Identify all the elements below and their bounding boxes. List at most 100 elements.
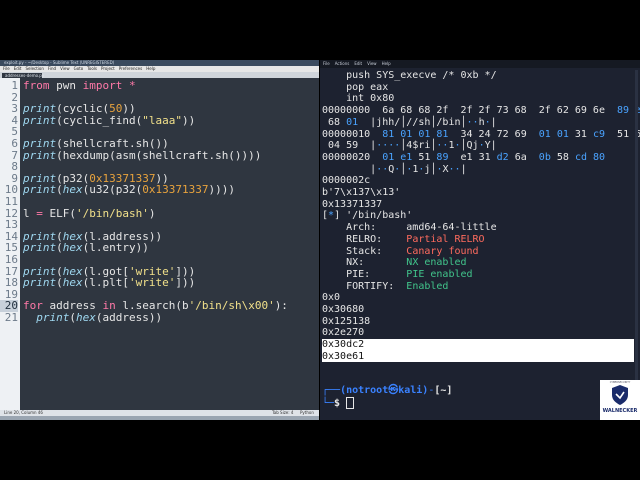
terminal-menu-item[interactable]: File [323, 60, 330, 68]
code-token: (address)) [95, 311, 163, 324]
terminal-line: |··Q·│·1·j│·X··| [322, 164, 634, 176]
code-line[interactable]: print(hex(address)) [23, 312, 317, 324]
code-token: "laaa" [142, 113, 182, 127]
code-line[interactable]: print(hex(l.entry)) [23, 242, 317, 254]
terminal-token: | [322, 163, 377, 175]
terminal-line-selected: 0x30e61 [322, 350, 634, 363]
terminal-line: 0x30680 [322, 304, 634, 316]
terminal-menu-item[interactable]: View [367, 60, 377, 68]
code-token: 'write' [128, 276, 176, 290]
terminal-menu-item[interactable]: Help [382, 60, 391, 68]
terminal-token: 0000002c [322, 175, 371, 187]
terminal-line: NX: NX enabled [322, 257, 634, 269]
code-token: ( [69, 311, 76, 324]
code-token: )) [181, 113, 196, 127]
terminal-line: FORTIFY: Enabled [322, 281, 634, 293]
terminal-line: 04 59 |····│4$ri│··1·│Qj·Y| [322, 140, 634, 152]
terminal-menu-bar: File Actions Edit View Help [320, 60, 640, 68]
terminal-token: push SYS_execve /* 0xb */ [322, 70, 497, 81]
code-token: from [23, 79, 50, 92]
terminal-token: |jhh/│//sh│/bin│ [358, 116, 467, 128]
terminal-line: PIE: PIE enabled [322, 269, 634, 281]
code-line[interactable]: print(hexdump(asm(shellcraft.sh()))) [23, 148, 317, 162]
code-token: 0x13371337 [142, 183, 209, 197]
code-token: ) [148, 206, 156, 220]
code-token: (u32(p32( [82, 183, 143, 197]
code-line[interactable]: print(hex(u32(p32(0x13371337)))) [23, 184, 317, 196]
terminal-token: ·· [448, 163, 461, 175]
terminal-menu-item[interactable]: Edit [354, 60, 362, 68]
code-token: pwn [49, 79, 83, 92]
terminal-token: c9 [592, 128, 606, 140]
terminal-token: FORTIFY: [322, 280, 407, 292]
terminal-token: b'7\x137\x13' [322, 187, 401, 198]
terminal-token: 01 e1 [382, 151, 413, 163]
terminal-token: 0x0 [322, 292, 341, 304]
line-number: 6 [11, 137, 18, 150]
code-line[interactable]: print(cyclic_find("laaa")) [23, 113, 317, 127]
code-line[interactable]: l = ELF('/bin/bash') [23, 206, 317, 220]
terminal-token: 89 [436, 151, 449, 163]
terminal-line: 0x2e270 [322, 327, 634, 339]
terminal-menu-item[interactable]: Actions [335, 60, 350, 68]
terminal-line: 00000010 81 01 01 81 34 24 72 69 01 01 3… [322, 128, 640, 141]
terminal-token: j│ [424, 163, 437, 175]
shield-icon [612, 385, 628, 405]
terminal-token: ·· [376, 163, 389, 175]
code-token: (hexdump(asm(shellcraft.sh()))) [56, 148, 262, 162]
code-line[interactable]: from pwn import * [23, 80, 317, 92]
code-token: print [23, 113, 57, 127]
logo-label: WALNECKER [602, 408, 638, 414]
terminal-token: 0x2e270 [322, 327, 365, 339]
code-token: ( [56, 183, 63, 197]
code-token: ( [56, 276, 63, 290]
terminal-window: File Actions Edit View Help push SYS_execve … [320, 60, 640, 420]
terminal-token: 0b [538, 151, 551, 163]
code-token: ( [56, 241, 63, 255]
prompt-dir: [~] [434, 385, 453, 396]
terminal-token: 00000020 [322, 151, 383, 163]
terminal-prompt[interactable]: ┌──(notroot㉿kali)-[~] └─$ [322, 385, 634, 410]
terminal-line-selected: 0x30dc2 [322, 339, 634, 351]
terminal-token: | [460, 163, 467, 175]
terminal-token: pop eax [322, 81, 389, 93]
terminal-token: int 0x80 [322, 93, 395, 105]
terminal-line: 0x125138 [322, 316, 634, 328]
channel-logo: CYBERSECURITY WALNECKER [600, 380, 640, 420]
prompt-symbol: $ [334, 398, 341, 409]
terminal-token: 6a [508, 151, 539, 163]
code-token: hex [62, 183, 83, 197]
line-number: 1 [11, 79, 18, 92]
terminal-token: │4$ri│ [400, 140, 437, 152]
terminal-token: Enabled [406, 280, 449, 292]
terminal-scrollbar[interactable] [635, 70, 638, 410]
code-token: print [23, 183, 57, 197]
terminal-token: Canary found [406, 245, 479, 257]
code-token: = [36, 206, 43, 220]
terminal-line: Stack: Canary found [322, 246, 634, 258]
terminal-token: │Qj [460, 140, 479, 152]
letterbox-top [0, 0, 640, 60]
terminal-token: Y| [484, 140, 497, 152]
terminal-token: ·· [466, 116, 479, 128]
code-token: hex [62, 276, 83, 290]
terminal-token: PIE enabled [406, 268, 473, 280]
terminal-token: 0x13371337 [322, 198, 383, 210]
code-token: (l.plt[ [82, 276, 129, 290]
terminal-token: 31 [568, 128, 593, 140]
terminal-token: Arch: amd64-64-little [322, 222, 497, 234]
terminal-token: 0x30dc2 [322, 339, 365, 351]
terminal-line: [*] '/bin/bash' [322, 210, 634, 222]
code-token: (cyclic_find( [56, 113, 143, 127]
terminal-token: 00000000 6a 68 68 2f 2f 2f 73 68 2f 62 6… [322, 105, 618, 117]
code-token: print [23, 241, 57, 255]
line-number-gutter: 1 2 3 4 5 6 7 8 9 10 11 12 13 14 15 16 17 18 19 20 21 [0, 78, 20, 410]
terminal-token: ·· [436, 140, 449, 152]
terminal-token: 01 [346, 116, 359, 128]
terminal-token: 81 01 01 81 [382, 128, 449, 140]
terminal-token: 0x125138 [322, 315, 371, 327]
code-area[interactable]: from pwn import * print(cyclic(50)) print(… [23, 78, 317, 410]
terminal-token: 01 01 [538, 128, 569, 140]
code-line[interactable]: print(hex(l.plt['write'])) [23, 277, 317, 289]
prompt-user: (notroot㉿kali) [340, 385, 429, 396]
